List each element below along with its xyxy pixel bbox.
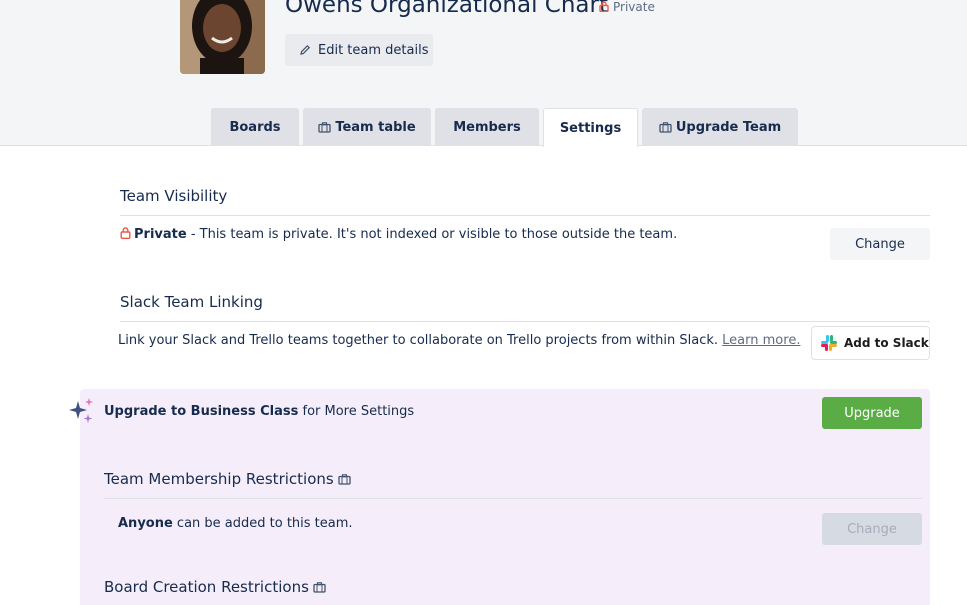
change-visibility-button[interactable]: Change [830, 228, 930, 260]
team-avatar[interactable] [180, 0, 265, 74]
tab-label: Settings [559, 120, 622, 136]
briefcase-icon [338, 474, 351, 485]
pencil-icon [300, 44, 311, 55]
upsell-headline: Upgrade to Business Class for More Setti… [104, 404, 414, 419]
slack-linking-title: Slack Team Linking [120, 293, 263, 311]
edit-team-details-button[interactable]: Edit team details [285, 34, 433, 66]
board-creation-label: Board Creation Restrictions [104, 578, 309, 596]
change-membership-button[interactable]: Change [822, 513, 922, 545]
slack-description: Link your Slack and Trello teams togethe… [118, 333, 800, 348]
team-visibility-title: Team Visibility [120, 187, 228, 205]
learn-more-link[interactable]: Learn more. [722, 333, 800, 348]
tab-label: Upgrade Team [675, 119, 782, 135]
briefcase-icon [659, 121, 672, 133]
tab-team-table[interactable]: Team table [303, 108, 431, 146]
edit-team-details-label: Edit team details [318, 42, 429, 58]
lock-icon [599, 1, 609, 15]
lock-icon [120, 227, 131, 240]
section-divider [104, 498, 922, 499]
add-to-slack-label: Add to Slack [844, 336, 929, 350]
visibility-text: - This team is private. It's not indexed… [186, 227, 678, 242]
membership-restrictions-label: Team Membership Restrictions [104, 470, 334, 488]
tab-upgrade-team[interactable]: Upgrade Team [642, 108, 798, 146]
visibility-tag-label: Private [613, 0, 655, 14]
section-divider [120, 215, 930, 216]
visibility-description: Private - This team is private. It's not… [120, 227, 677, 242]
membership-description: Anyone can be added to this team. [118, 516, 353, 531]
change-visibility-label: Change [855, 236, 905, 252]
slack-icon [821, 335, 837, 351]
business-class-upsell-panel [80, 389, 930, 605]
membership-who: Anyone [118, 516, 173, 531]
upgrade-button[interactable]: Upgrade [822, 397, 922, 429]
sparkle-icon [69, 398, 93, 423]
visibility-tag[interactable]: Private [599, 0, 655, 15]
add-to-slack-button[interactable]: Add to Slack [811, 326, 930, 360]
board-creation-restrictions-title: Board Creation Restrictions [104, 578, 326, 596]
visibility-status: Private [134, 227, 187, 242]
briefcase-icon [313, 582, 326, 593]
tab-label: Boards [229, 119, 281, 135]
tab-label: Members [453, 119, 521, 135]
slack-description-text: Link your Slack and Trello teams togethe… [118, 333, 723, 348]
tab-members[interactable]: Members [435, 108, 539, 146]
team-name: Owens Organizational Chart [285, 0, 608, 18]
change-membership-label: Change [847, 521, 897, 537]
tab-label: Team table [335, 119, 416, 135]
membership-restrictions-title: Team Membership Restrictions [104, 470, 351, 488]
upgrade-label: Upgrade [844, 405, 900, 421]
upsell-headline-bold: Upgrade to Business Class [104, 404, 299, 419]
briefcase-icon [318, 121, 331, 133]
upsell-headline-rest: for More Settings [298, 404, 415, 419]
tab-boards[interactable]: Boards [211, 108, 299, 146]
section-divider [120, 321, 930, 322]
membership-text: can be added to this team. [172, 516, 353, 531]
tab-settings[interactable]: Settings [543, 108, 638, 147]
